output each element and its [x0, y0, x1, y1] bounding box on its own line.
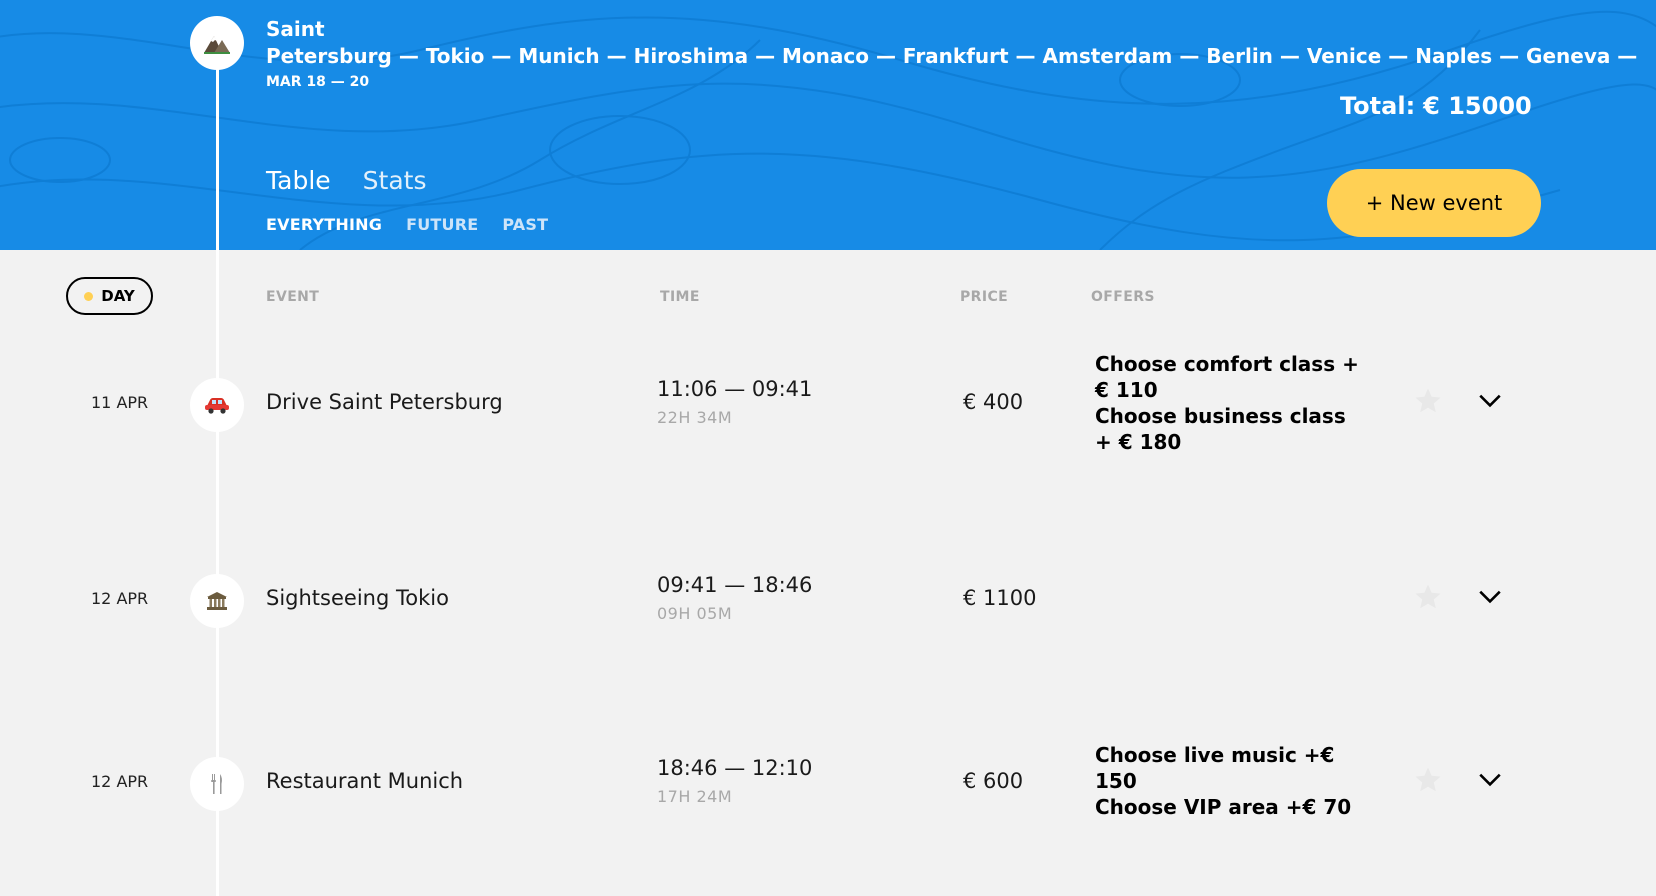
event-date: 11 APR: [91, 393, 149, 412]
event-date: 12 APR: [91, 772, 149, 791]
event-name: Drive Saint Petersburg: [266, 390, 503, 414]
event-name: Restaurant Munich: [266, 769, 464, 793]
total-label: Total:: [1340, 92, 1416, 120]
filter-past[interactable]: PAST: [502, 215, 548, 234]
column-header-event: EVENT: [266, 289, 320, 305]
trip-total: Total: € 15000: [1340, 92, 1532, 120]
trip-route: Saint Petersburg — Tokio — Munich — Hiro…: [266, 16, 1656, 70]
column-header-time: TIME: [660, 289, 700, 305]
column-header-price: PRICE: [960, 289, 1009, 305]
offer-item: Choose business class + € 180: [1095, 404, 1346, 454]
fork-knife-icon: [190, 757, 244, 811]
filter-everything[interactable]: EVERYTHING: [266, 215, 382, 234]
favorite-star-icon[interactable]: [1413, 765, 1443, 795]
museum-icon: [190, 574, 244, 628]
offer-item: Choose VIP area +€ 70: [1095, 795, 1352, 819]
tab-table[interactable]: Table: [266, 166, 331, 195]
trip-dates: MAR 18 — 20: [266, 74, 370, 90]
event-time: 09:41 — 18:46: [657, 573, 813, 597]
offer-item: Choose live music +€ 150: [1095, 743, 1335, 793]
favorite-star-icon[interactable]: [1413, 582, 1443, 612]
tab-stats[interactable]: Stats: [363, 166, 427, 195]
event-price: € 400: [963, 390, 1024, 414]
event-time: 18:46 — 12:10: [657, 756, 813, 780]
event-price: € 600: [963, 769, 1024, 793]
view-tabs: Table Stats: [266, 166, 426, 195]
mountain-icon: [190, 16, 244, 70]
chevron-down-icon[interactable]: [1477, 583, 1503, 609]
event-time: 11:06 — 09:41: [657, 377, 813, 401]
event-offers: Choose comfort class + € 110 Choose busi…: [1095, 351, 1365, 455]
trip-route-first-line: Saint: [266, 17, 325, 41]
chevron-down-icon[interactable]: [1477, 766, 1503, 792]
event-name: Sightseeing Tokio: [266, 586, 449, 610]
trip-header: Saint Petersburg — Tokio — Munich — Hiro…: [0, 0, 1656, 250]
event-duration: 17H 24M: [657, 787, 733, 806]
total-value: € 15000: [1423, 92, 1532, 120]
sort-day-label: DAY: [101, 287, 135, 305]
filter-future[interactable]: FUTURE: [406, 215, 478, 234]
favorite-star-icon[interactable]: [1413, 386, 1443, 416]
offer-item: Choose comfort class + € 110: [1095, 352, 1359, 402]
event-duration: 09H 05M: [657, 604, 733, 623]
trip-route-second-line: Petersburg — Tokio — Munich — Hiroshima …: [266, 44, 1638, 68]
event-duration: 22H 34M: [657, 408, 733, 427]
event-filters: EVERYTHING FUTURE PAST: [266, 215, 548, 234]
car-icon: [190, 378, 244, 432]
event-date: 12 APR: [91, 589, 149, 608]
sort-day-button[interactable]: DAY: [66, 277, 153, 315]
chevron-down-icon[interactable]: [1477, 387, 1503, 413]
new-event-button[interactable]: + New event: [1327, 169, 1541, 237]
event-price: € 1100: [963, 586, 1037, 610]
event-offers: Choose live music +€ 150 Choose VIP area…: [1095, 742, 1365, 820]
sort-indicator-dot: [84, 291, 94, 301]
column-header-offers: OFFERS: [1091, 289, 1155, 305]
